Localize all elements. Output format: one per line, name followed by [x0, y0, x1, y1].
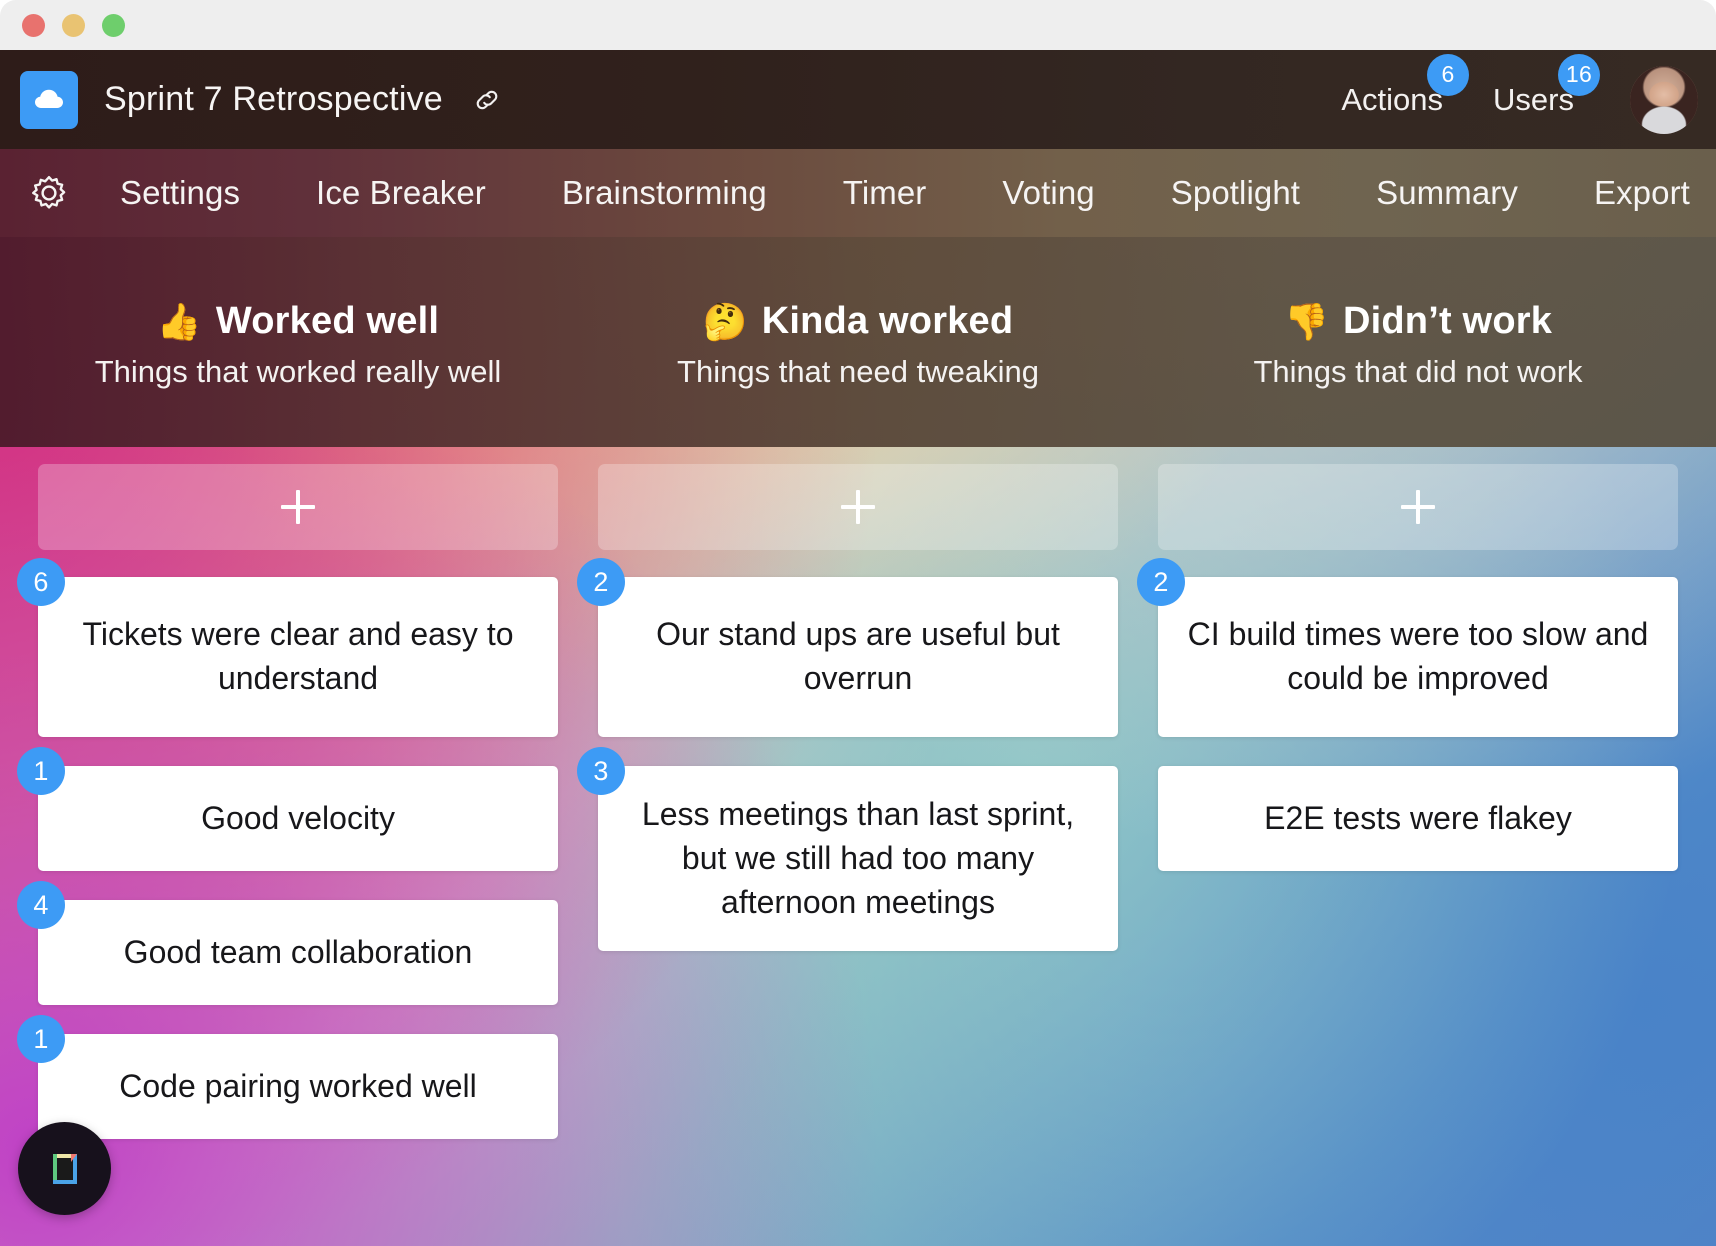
card-text[interactable]: Less meetings than last sprint, but we s… [598, 766, 1118, 952]
card-item: E2E tests were flakey [1158, 766, 1678, 871]
card-item: 1 Code pairing worked well [17, 1015, 558, 1139]
nav-item-settings[interactable]: Settings [120, 174, 240, 212]
avatar-image [1630, 65, 1698, 134]
traffic-lights [22, 13, 125, 37]
card-text[interactable]: Good velocity [38, 766, 558, 871]
card-item: 3 Less meetings than last sprint, but we… [577, 747, 1118, 952]
column-title-kinda-worked: 🤔 Kinda worked [703, 300, 1014, 343]
column-title-text: Didn’t work [1342, 300, 1553, 342]
add-card-button-didnt-work[interactable] [1158, 464, 1678, 550]
card-item: 2 Our stand ups are useful but overrun [577, 558, 1118, 737]
thumbs-up-emoji: 👍 [156, 300, 202, 342]
top-bar: Sprint 7 Retrospective Actions 6 Users 1… [0, 50, 1716, 149]
app-body: Sprint 7 Retrospective Actions 6 Users 1… [0, 50, 1716, 1246]
vote-count-badge[interactable]: 2 [1137, 558, 1185, 606]
vote-count-badge[interactable]: 3 [577, 747, 625, 795]
column-subtitle-kinda-worked: Things that need tweaking [677, 354, 1039, 389]
card-item: 1 Good velocity [17, 747, 558, 871]
thinking-face-emoji: 🤔 [702, 300, 748, 342]
nav-item-spotlight[interactable]: Spotlight [1171, 174, 1300, 212]
nav-item-voting[interactable]: Voting [1002, 174, 1094, 212]
board-title: Sprint 7 Retrospective [104, 80, 443, 118]
card-text[interactable]: Good team collaboration [38, 900, 558, 1005]
thumbs-down-emoji: 👎 [1283, 300, 1329, 342]
column-headers: 👍 Worked well Things that worked really … [0, 237, 1716, 447]
card-text[interactable]: Code pairing worked well [38, 1034, 558, 1139]
card-text[interactable]: E2E tests were flakey [1158, 766, 1678, 871]
vote-count-badge[interactable]: 1 [17, 747, 65, 795]
actions-button[interactable]: Actions 6 [1341, 53, 1470, 118]
card-item: 4 Good team collaboration [17, 881, 558, 1005]
column-header-didnt-work: 👎 Didn’t work Things that did not work [1138, 237, 1698, 447]
users-count-badge: 16 [1558, 53, 1600, 96]
close-window-button[interactable] [22, 13, 45, 37]
app-window: Sprint 7 Retrospective Actions 6 Users 1… [0, 0, 1716, 1246]
actions-count-badge: 6 [1427, 53, 1470, 96]
add-card-button-worked-well[interactable] [38, 464, 558, 550]
add-card-button-kinda-worked[interactable] [598, 464, 1118, 550]
avatar[interactable] [1630, 65, 1698, 134]
card-text[interactable]: Tickets were clear and easy to understan… [38, 577, 558, 737]
users-button[interactable]: Users 16 [1493, 53, 1600, 118]
notes-fab-button[interactable] [18, 1122, 111, 1215]
plus-icon [1401, 490, 1435, 524]
zoom-window-button[interactable] [102, 13, 125, 37]
plus-icon [841, 490, 875, 524]
column-subtitle-didnt-work: Things that did not work [1253, 354, 1583, 389]
window-titlebar [0, 0, 1716, 50]
column-worked-well: 6 Tickets were clear and easy to underst… [17, 464, 578, 1246]
card-item: 2 CI build times were too slow and could… [1137, 558, 1678, 737]
column-didnt-work: 2 CI build times were too slow and could… [1137, 464, 1698, 1246]
column-title-text: Kinda worked [761, 300, 1014, 342]
link-icon[interactable] [469, 82, 505, 118]
column-kinda-worked: 2 Our stand ups are useful but overrun 3… [577, 464, 1138, 1246]
column-header-kinda-worked: 🤔 Kinda worked Things that need tweaking [578, 237, 1138, 447]
column-title-worked-well: 👍 Worked well [157, 300, 439, 343]
cloud-icon[interactable] [20, 70, 78, 129]
nav-item-brainstorming[interactable]: Brainstorming [562, 174, 767, 212]
column-header-worked-well: 👍 Worked well Things that worked really … [18, 237, 578, 447]
nav-bar: Settings Ice Breaker Brainstorming Timer… [0, 149, 1716, 237]
column-title-text: Worked well [215, 300, 440, 342]
card-text[interactable]: CI build times were too slow and could b… [1158, 577, 1678, 737]
vote-count-badge[interactable]: 4 [17, 881, 65, 929]
column-subtitle-worked-well: Things that worked really well [94, 354, 502, 389]
nav-item-ice-breaker[interactable]: Ice Breaker [316, 174, 486, 212]
minimize-window-button[interactable] [62, 13, 85, 37]
nav-item-summary[interactable]: Summary [1376, 174, 1518, 212]
card-item: 6 Tickets were clear and easy to underst… [17, 558, 558, 737]
column-title-didnt-work: 👎 Didn’t work [1284, 300, 1552, 343]
vote-count-badge[interactable]: 6 [17, 558, 65, 606]
board: 6 Tickets were clear and easy to underst… [0, 447, 1716, 1246]
nav-items: Settings Ice Breaker Brainstorming Timer… [74, 174, 1716, 212]
vote-count-badge[interactable]: 1 [17, 1015, 65, 1063]
card-text[interactable]: Our stand ups are useful but overrun [598, 577, 1118, 737]
gear-icon[interactable] [24, 168, 74, 218]
nav-item-timer[interactable]: Timer [843, 174, 927, 212]
plus-icon [281, 490, 315, 524]
vote-count-badge[interactable]: 2 [577, 558, 625, 606]
actions-label: Actions [1341, 81, 1444, 117]
nav-item-export[interactable]: Export [1594, 174, 1690, 212]
